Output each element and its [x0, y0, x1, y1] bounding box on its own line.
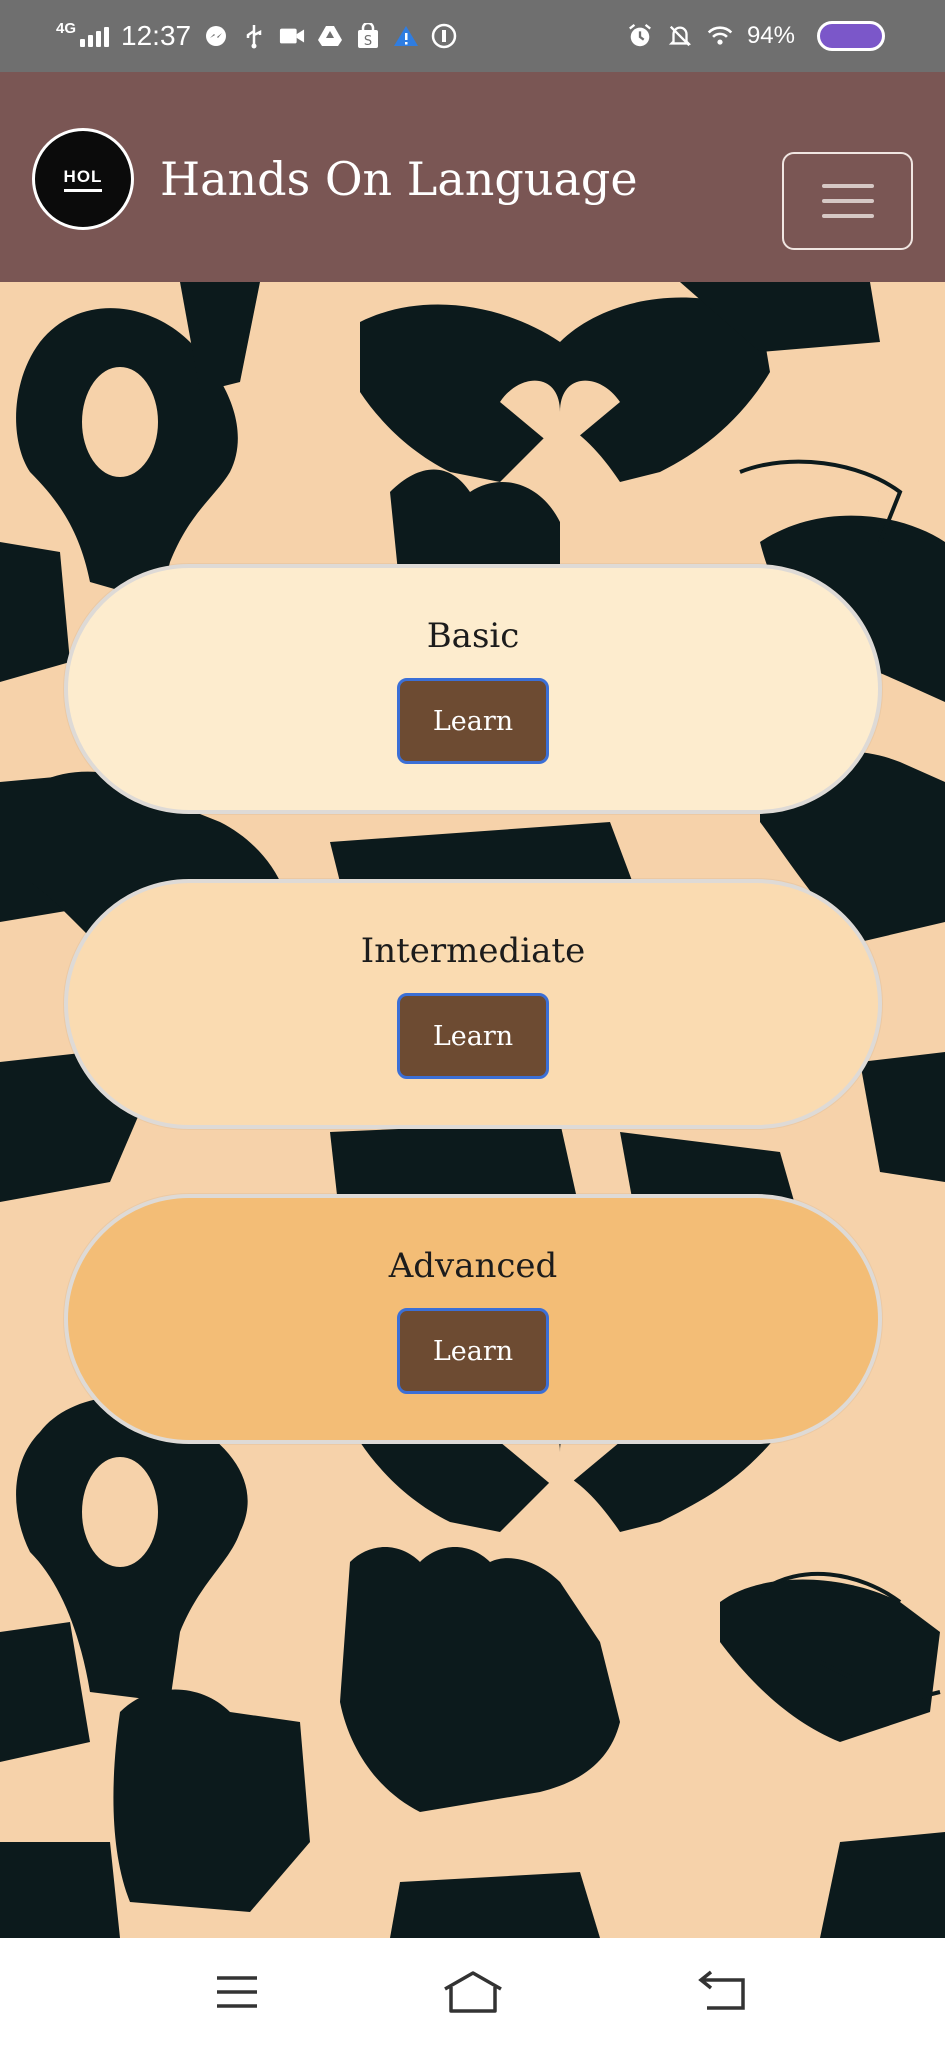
system-nav-bar — [0, 1938, 945, 2048]
circle-app-icon — [431, 23, 457, 49]
video-icon — [279, 23, 305, 49]
silent-icon — [667, 23, 693, 49]
menu-line — [821, 214, 874, 218]
level-title: Intermediate — [360, 931, 586, 971]
home-icon[interactable] — [438, 1960, 508, 2024]
menu-line — [821, 184, 874, 188]
level-card-basic: Basic Learn — [64, 564, 882, 814]
svg-text:S: S — [364, 34, 372, 49]
learn-advanced-button[interactable]: Learn — [397, 1308, 549, 1394]
level-card-intermediate: Intermediate Learn — [64, 879, 882, 1129]
app-title: Hands On Language — [160, 152, 638, 206]
usb-icon — [241, 23, 267, 49]
signal-icon — [80, 25, 110, 47]
drive-icon — [317, 23, 343, 49]
status-bar: 4G 12:37 S 94% — [0, 0, 945, 72]
menu-icon[interactable] — [202, 1960, 272, 2024]
battery-percent: 94% — [746, 22, 795, 49]
menu-line — [821, 199, 874, 203]
warning-icon — [393, 23, 419, 49]
shop-icon: S — [355, 23, 381, 49]
messenger-icon — [203, 23, 229, 49]
hamburger-menu-button[interactable] — [782, 152, 913, 250]
level-card-advanced: Advanced Learn — [64, 1194, 882, 1444]
network-type: 4G — [56, 19, 77, 37]
battery-icon — [817, 21, 885, 51]
app-logo[interactable]: HOL — [32, 128, 134, 230]
level-title: Basic — [426, 616, 520, 656]
learn-basic-button[interactable]: Learn — [397, 678, 549, 764]
alarm-icon — [627, 23, 653, 49]
wifi-icon — [707, 23, 733, 49]
logo-text: HOL — [63, 167, 103, 192]
back-icon[interactable] — [686, 1960, 756, 2024]
level-title: Advanced — [388, 1246, 558, 1286]
clock: 12:37 — [121, 20, 192, 51]
app-header: HOL Hands On Language — [0, 72, 945, 282]
learn-intermediate-button[interactable]: Learn — [397, 993, 549, 1079]
